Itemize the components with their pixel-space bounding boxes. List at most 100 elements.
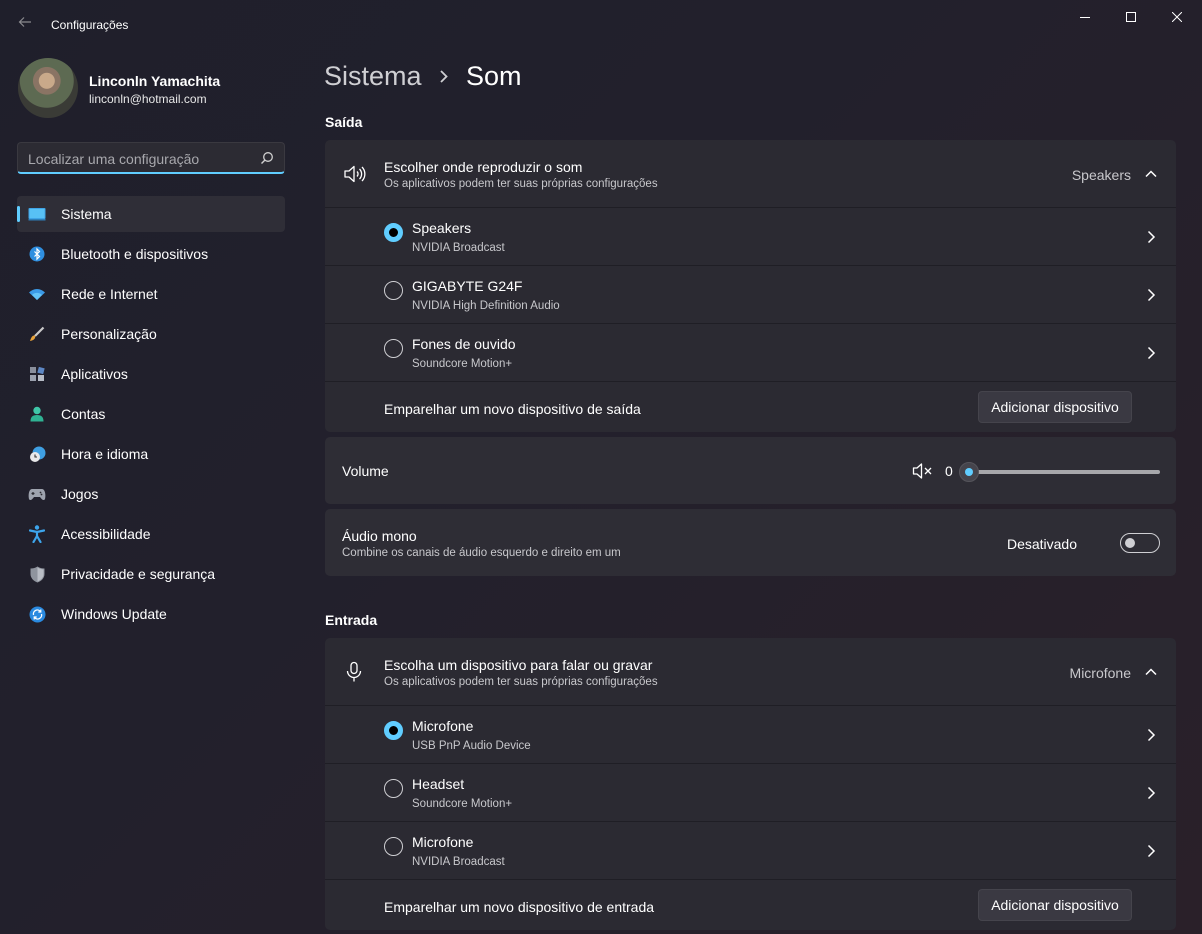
accessibility-icon: [28, 525, 46, 543]
pair-output-label: Emparelhar um novo dispositivo de saída: [384, 401, 641, 417]
section-title-output: Saída: [325, 114, 363, 130]
speaker-mute-icon[interactable]: [912, 462, 934, 480]
input-device-name: Headset: [412, 776, 465, 792]
sidebar-item-label: Rede e Internet: [61, 286, 158, 302]
output-device-row[interactable]: GIGABYTE G24F NVIDIA High Definition Aud…: [325, 265, 1176, 323]
input-device-card: Escolha um dispositivo para falar ou gra…: [325, 638, 1176, 930]
chevron-right-icon[interactable]: [1145, 786, 1157, 800]
title-bar: Configurações: [0, 0, 1202, 50]
add-output-device-button[interactable]: Adicionar dispositivo: [978, 391, 1132, 423]
page-title: Som: [466, 61, 522, 91]
volume-slider-track[interactable]: [969, 470, 1160, 474]
chevron-right-icon[interactable]: [1145, 288, 1157, 302]
add-input-device-button[interactable]: Adicionar dispositivo: [978, 889, 1132, 921]
bluetooth-icon: [28, 245, 46, 263]
sidebar-item-time-language[interactable]: Hora e idioma: [17, 436, 285, 472]
shield-icon: [28, 565, 46, 583]
sidebar-item-label: Windows Update: [61, 606, 167, 622]
input-selected-device: Microfone: [1069, 665, 1131, 681]
chevron-up-icon[interactable]: [1144, 667, 1158, 677]
input-header-subtitle: Os aplicativos podem ter suas próprias c…: [384, 676, 658, 688]
output-device-header[interactable]: Escolher onde reproduzir o som Os aplica…: [325, 140, 1176, 207]
chevron-right-icon[interactable]: [1145, 844, 1157, 858]
sidebar-item-label: Privacidade e segurança: [61, 566, 216, 582]
volume-slider-thumb[interactable]: [959, 462, 979, 482]
output-device-row[interactable]: Speakers NVIDIA Broadcast: [325, 207, 1176, 265]
chevron-right-icon: [440, 70, 448, 83]
output-selected-device: Speakers: [1071, 167, 1131, 183]
chevron-right-icon[interactable]: [1145, 346, 1157, 360]
sidebar-item-personalization[interactable]: Personalização: [17, 316, 285, 352]
input-device-row[interactable]: Headset Soundcore Motion+: [325, 763, 1176, 821]
output-device-detail: NVIDIA High Definition Audio: [412, 300, 560, 312]
minimize-icon: [1080, 17, 1090, 18]
minimize-button[interactable]: [1062, 0, 1108, 34]
sidebar-item-privacy[interactable]: Privacidade e segurança: [17, 556, 285, 592]
input-device-detail: NVIDIA Broadcast: [412, 856, 505, 868]
sidebar-item-bluetooth[interactable]: Bluetooth e dispositivos: [17, 236, 285, 272]
search-box[interactable]: [17, 142, 285, 174]
sidebar-item-gaming[interactable]: Jogos: [17, 476, 285, 512]
sidebar-item-label: Acessibilidade: [61, 526, 151, 542]
output-device-radio[interactable]: [384, 281, 403, 300]
chevron-right-icon[interactable]: [1145, 728, 1157, 742]
mono-audio-toggle[interactable]: [1120, 533, 1160, 553]
breadcrumb-parent[interactable]: Sistema: [324, 61, 422, 92]
monitor-icon: [28, 205, 46, 223]
input-device-detail: Soundcore Motion+: [412, 798, 513, 810]
output-device-detail: Soundcore Motion+: [412, 358, 513, 370]
sidebar-item-accessibility[interactable]: Acessibilidade: [17, 516, 285, 552]
sidebar-item-label: Bluetooth e dispositivos: [61, 246, 209, 262]
input-device-name: Microfone: [412, 834, 474, 850]
input-device-header[interactable]: Escolha um dispositivo para falar ou gra…: [325, 638, 1176, 705]
sidebar-item-accounts[interactable]: Contas: [17, 396, 285, 432]
output-header-subtitle: Os aplicativos podem ter suas próprias c…: [384, 178, 658, 190]
input-device-detail: USB PnP Audio Device: [412, 740, 531, 752]
close-button[interactable]: [1154, 0, 1200, 34]
output-device-radio[interactable]: [384, 223, 403, 242]
sidebar-item-windows-update[interactable]: Windows Update: [17, 596, 285, 632]
sidebar-item-network[interactable]: Rede e Internet: [17, 276, 285, 312]
input-device-row[interactable]: Microfone NVIDIA Broadcast: [325, 821, 1176, 879]
wifi-icon: [28, 285, 46, 303]
maximize-icon: [1126, 12, 1136, 22]
sidebar-item-label: Sistema: [61, 206, 112, 222]
toggle-knob: [1125, 538, 1135, 548]
output-device-card: Escolher onde reproduzir o som Os aplica…: [325, 140, 1176, 432]
output-device-detail: NVIDIA Broadcast: [412, 242, 505, 254]
sidebar-item-label: Personalização: [61, 326, 157, 342]
sidebar-item-label: Jogos: [61, 486, 99, 502]
volume-card: Volume 0: [325, 437, 1176, 504]
input-device-radio[interactable]: [384, 779, 403, 798]
maximize-button[interactable]: [1108, 0, 1154, 34]
mono-audio-subtitle: Combine os canais de áudio esquerdo e di…: [342, 547, 621, 559]
mono-audio-state: Desativado: [1006, 536, 1077, 552]
volume-label: Volume: [342, 463, 389, 479]
user-name: Linconln Yamachita: [89, 73, 221, 89]
chevron-up-icon[interactable]: [1144, 169, 1158, 179]
search-input[interactable]: [28, 149, 248, 169]
input-device-radio[interactable]: [384, 837, 403, 856]
input-device-radio[interactable]: [384, 721, 403, 740]
pair-input-label: Emparelhar um novo dispositivo de entrad…: [384, 899, 655, 915]
clock-globe-icon: [28, 445, 46, 463]
user-email: linconln@hotmail.com: [89, 92, 207, 106]
input-device-row[interactable]: Microfone USB PnP Audio Device: [325, 705, 1176, 763]
mono-audio-title: Áudio mono: [342, 528, 417, 544]
output-device-radio[interactable]: [384, 339, 403, 358]
back-button[interactable]: [14, 14, 36, 36]
main-content: Sistema Som Saída Escolher onde reproduz…: [300, 50, 1202, 934]
sidebar-item-sistema[interactable]: Sistema: [17, 196, 285, 232]
section-title-input: Entrada: [325, 612, 378, 628]
arrow-left-icon: [18, 17, 31, 27]
update-icon: [28, 605, 46, 623]
search-icon[interactable]: [260, 151, 274, 165]
input-header-title: Escolha um dispositivo para falar ou gra…: [384, 657, 653, 673]
output-device-row[interactable]: Fones de ouvido Soundcore Motion+: [325, 323, 1176, 381]
chevron-right-icon[interactable]: [1145, 230, 1157, 244]
input-device-name: Microfone: [412, 718, 474, 734]
gamepad-icon: [28, 485, 46, 503]
close-icon: [1172, 12, 1182, 22]
sidebar-item-apps[interactable]: Aplicativos: [17, 356, 285, 392]
avatar[interactable]: [18, 58, 78, 118]
